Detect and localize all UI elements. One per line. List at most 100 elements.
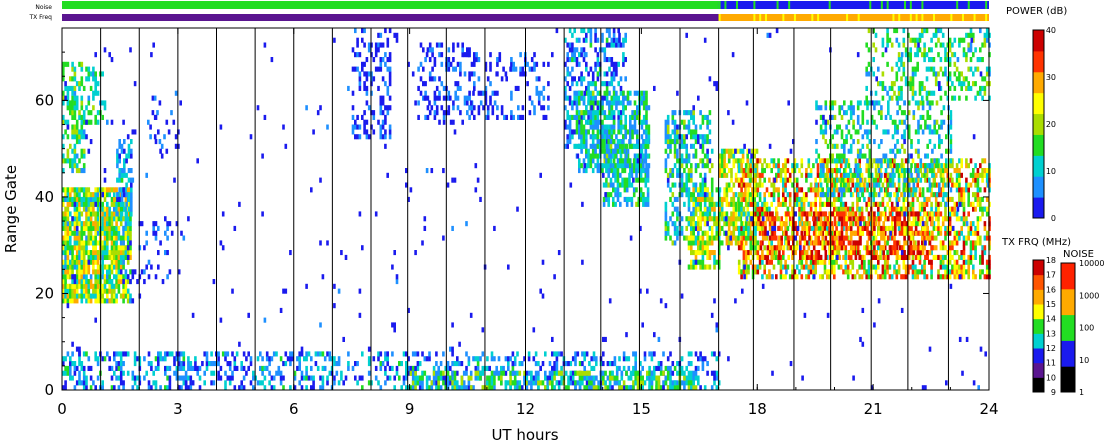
echo-cell [75, 153, 79, 159]
echo-cell [671, 114, 675, 120]
echo-cell [510, 95, 513, 101]
echo-cell [85, 105, 88, 111]
echo-cell [106, 225, 109, 231]
echo-cell [80, 129, 84, 135]
echo-cell [685, 153, 688, 159]
echo-cell [610, 42, 614, 48]
echo-cell [924, 230, 927, 236]
echo-cell [384, 28, 387, 34]
echo-cell [479, 100, 483, 106]
echo-cell [673, 221, 677, 227]
echo-cell [960, 163, 963, 169]
echo-cell [64, 211, 67, 217]
echo-cell [737, 168, 741, 174]
echo-cell [690, 264, 693, 270]
echo-cell [951, 177, 954, 183]
echo-cell [824, 100, 828, 106]
echo-cell [117, 216, 121, 222]
echo-cell [701, 139, 705, 145]
echo-cell [838, 235, 841, 241]
echo-cell [784, 163, 787, 169]
echo-cell [110, 240, 114, 246]
echo-cell [737, 240, 740, 246]
echo-cell [617, 100, 620, 106]
echo-cell [772, 187, 776, 193]
echo-cell [422, 81, 425, 87]
echo-cell [108, 216, 111, 222]
echo-cell [754, 250, 757, 256]
echo-cell [723, 192, 726, 198]
echo-cell [489, 100, 492, 106]
echo-cell [771, 211, 774, 217]
echo-cell [615, 95, 618, 101]
echo-cell [170, 230, 174, 236]
echo-cell [596, 71, 600, 77]
echo-cell [805, 240, 809, 246]
echo-cell [872, 177, 875, 183]
echo-cell [647, 129, 651, 135]
echo-cell [882, 225, 885, 231]
echo-cell [872, 264, 875, 270]
echo-cell [78, 158, 81, 164]
echo-cell [770, 168, 773, 174]
echo-cell [981, 196, 984, 202]
echo-cell [626, 100, 630, 106]
echo-cell [585, 66, 588, 72]
echo-cell [687, 187, 691, 193]
echo-cell [124, 254, 128, 260]
echo-cell [621, 168, 624, 174]
echo-cell [960, 216, 963, 222]
echo-cell [902, 187, 906, 193]
echo-cell [685, 148, 688, 154]
echo-cell [66, 254, 70, 260]
echo-cell [615, 71, 618, 77]
echo-cell [605, 177, 608, 183]
echo-cell [710, 250, 714, 256]
echo-cell [819, 172, 823, 178]
echo-cell [941, 245, 945, 251]
echo-cell [78, 254, 81, 260]
echo-cell [94, 81, 97, 87]
echo-cell [710, 201, 714, 207]
echo-cell [568, 124, 572, 130]
echo-cell [85, 225, 88, 231]
echo-cell [863, 196, 866, 202]
echo-cell [911, 259, 915, 265]
echo-cell [831, 134, 834, 140]
echo-cell [619, 114, 623, 120]
echo-cell [435, 110, 439, 116]
echo-cell [386, 85, 390, 91]
echo-cell [594, 100, 597, 106]
echo-cell [816, 172, 820, 178]
echo-cell [87, 240, 91, 246]
echo-cell [666, 124, 670, 130]
echo-cell [849, 254, 853, 260]
echo-cell [115, 279, 118, 285]
echo-cell [73, 298, 77, 304]
echo-cell [440, 52, 444, 58]
echo-cell [833, 269, 836, 275]
echo-cell [115, 283, 118, 289]
echo-cell [800, 259, 804, 265]
echo-cell [766, 245, 770, 251]
echo-cell [528, 66, 532, 72]
echo-cell [706, 139, 709, 145]
tx-freq-strip-segment [973, 14, 976, 21]
echo-cell [884, 129, 888, 135]
echo-cell [891, 177, 895, 183]
echo-cell [900, 230, 904, 236]
echo-cell [683, 235, 686, 241]
echo-cell [447, 57, 451, 63]
echo-cell [723, 221, 726, 227]
echo-cell [801, 211, 804, 217]
echo-cell [703, 216, 707, 222]
echo-cell [566, 81, 569, 87]
echo-cell [126, 259, 130, 265]
echo-cell [71, 298, 74, 304]
echo-cell [118, 153, 121, 159]
echo-cell [903, 221, 906, 227]
echo-cell [928, 259, 931, 265]
echo-cell [75, 274, 79, 280]
echo-cell [575, 129, 579, 135]
echo-cell [89, 206, 93, 212]
